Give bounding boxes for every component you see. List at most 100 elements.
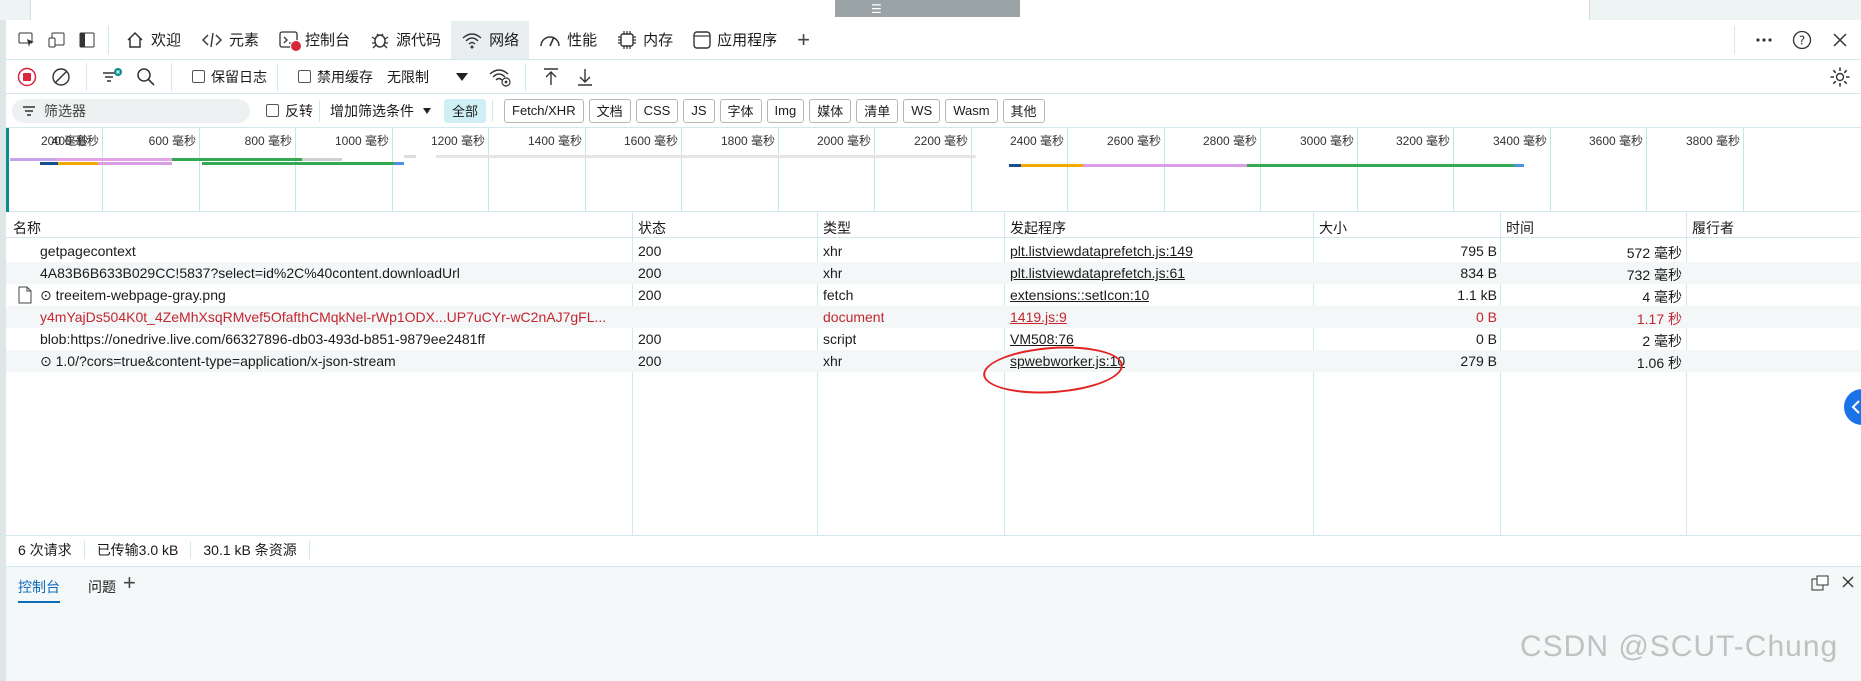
checkbox-box[interactable]: [298, 70, 311, 83]
filter-type-other[interactable]: 其他: [1002, 98, 1045, 123]
initiator-link[interactable]: 1419.js:9: [1010, 309, 1067, 325]
tabbar-right-controls: ?: [1728, 25, 1855, 55]
divider: [277, 62, 278, 91]
disable-cache-checkbox[interactable]: 禁用缓存: [298, 67, 373, 87]
timeline-bar: [58, 162, 98, 165]
timeline-tick: 2000 毫秒: [817, 128, 875, 212]
devtools-panel: 欢迎 元素 控制台 源代码 网络 性能 内存 应用程序 + ? 保留日志 禁用缓…: [0, 20, 1861, 681]
filter-type-all[interactable]: 全部: [444, 98, 487, 123]
more-options-icon[interactable]: [1749, 25, 1779, 55]
filter-bar: 筛选器 反转 增加筛选条件 全部 Fetch/XHR 文档 CSS JS 字体 …: [6, 94, 1861, 128]
import-har-icon[interactable]: [536, 62, 566, 92]
inspect-icon[interactable]: [12, 25, 42, 55]
timeline-bar: [40, 162, 58, 165]
drawer-add-tab-button[interactable]: +: [123, 570, 136, 596]
table-header: 名称 状态 类型 发起程序 大小 时间 履行者: [6, 212, 1861, 238]
table-row[interactable]: getpagecontext 200 xhr plt.listviewdatap…: [6, 240, 1861, 262]
close-drawer-icon[interactable]: [1841, 575, 1855, 589]
initiator-link[interactable]: extensions::setIcon:10: [1010, 287, 1149, 303]
request-table: 名称 状态 类型 发起程序 大小 时间 履行者 getpagecontext 2…: [6, 212, 1861, 535]
table-row[interactable]: 4A83B6B633B029CC!5837?select=id%2C%40con…: [6, 262, 1861, 284]
tab-sources[interactable]: 源代码: [360, 21, 451, 59]
add-tab-button[interactable]: +: [787, 27, 820, 53]
header-fulfilled-by[interactable]: 履行者: [1692, 218, 1734, 238]
filter-type-js[interactable]: JS: [683, 98, 715, 123]
filter-type-font[interactable]: 字体: [719, 98, 762, 123]
timeline-bar: [1247, 164, 1514, 167]
divider: [1734, 26, 1735, 54]
initiator-link[interactable]: plt.listviewdataprefetch.js:61: [1010, 265, 1185, 281]
checkbox-box[interactable]: [266, 104, 279, 117]
network-conditions-icon[interactable]: [485, 62, 515, 92]
more-filters-dropdown[interactable]: 增加筛选条件: [330, 101, 432, 121]
timeline-tick: 2800 毫秒: [1203, 128, 1261, 212]
filter-type-fetch-xhr[interactable]: Fetch/XHR: [504, 98, 584, 123]
header-status[interactable]: 状态: [638, 218, 666, 238]
tab-memory[interactable]: 内存: [607, 21, 683, 59]
table-row[interactable]: ⊙ 1.0/?cors=true&content-type=applicatio…: [6, 350, 1861, 372]
timeline-bar: [172, 158, 302, 161]
search-icon[interactable]: [131, 62, 161, 92]
tab-performance[interactable]: 性能: [529, 21, 607, 59]
export-har-icon[interactable]: [570, 62, 600, 92]
filter-input[interactable]: 筛选器: [12, 98, 250, 123]
bug-icon: [371, 33, 389, 48]
header-type[interactable]: 类型: [823, 218, 851, 238]
filter-type-img[interactable]: Img: [766, 98, 805, 123]
table-row[interactable]: ⊙ treeitem-webpage-gray.png 200 fetch ex…: [6, 284, 1861, 306]
timeline-tick: 400 毫秒: [52, 128, 103, 212]
tab-elements[interactable]: 元素: [191, 21, 269, 59]
undock-icon[interactable]: [1811, 575, 1829, 591]
timeline-tick: 1600 毫秒: [624, 128, 682, 212]
filter-type-doc[interactable]: 文档: [588, 98, 631, 123]
tab-application[interactable]: 应用程序: [683, 21, 787, 59]
svg-text:?: ?: [1799, 34, 1805, 48]
record-stop-icon[interactable]: [12, 62, 42, 92]
timeline-tick: 3600 毫秒: [1589, 128, 1647, 212]
timeline-tick: 3200 毫秒: [1396, 128, 1454, 212]
filter-type-ws[interactable]: WS: [903, 98, 941, 123]
table-row[interactable]: blob:https://onedrive.live.com/66327896-…: [6, 328, 1861, 350]
throttle-select[interactable]: 无限制: [387, 67, 469, 87]
invert-checkbox[interactable]: 反转: [266, 101, 313, 121]
close-icon[interactable]: [1825, 25, 1855, 55]
header-time[interactable]: 时间: [1506, 218, 1534, 238]
drawer-tab-issues[interactable]: 问题: [88, 577, 116, 597]
filter-type-css[interactable]: CSS: [635, 98, 679, 123]
header-name[interactable]: 名称: [13, 218, 41, 238]
initiator-link[interactable]: plt.listviewdataprefetch.js:149: [1010, 243, 1193, 259]
code-icon: [202, 32, 223, 47]
dock-side-icon[interactable]: [72, 25, 102, 55]
header-size[interactable]: 大小: [1319, 218, 1347, 238]
header-initiator[interactable]: 发起程序: [1010, 218, 1066, 238]
preserve-log-checkbox[interactable]: 保留日志: [192, 67, 267, 87]
timeline-bar: [1009, 164, 1021, 167]
tab-network[interactable]: 网络: [451, 20, 530, 59]
tab-console[interactable]: 控制台: [269, 21, 360, 59]
clear-icon[interactable]: [46, 62, 76, 92]
page-viewport: [30, 0, 1590, 20]
app-icon: [693, 30, 711, 49]
network-settings-icon[interactable]: [1825, 62, 1855, 92]
initiator-link[interactable]: VM508:76: [1010, 331, 1074, 347]
drag-handle[interactable]: ☰: [835, 0, 1020, 17]
filter-type-media[interactable]: 媒体: [809, 98, 852, 123]
console-icon: [279, 30, 303, 52]
wifi-icon: [462, 32, 482, 48]
drawer-tab-console[interactable]: 控制台: [18, 577, 60, 603]
devtools-tabbar: 欢迎 元素 控制台 源代码 网络 性能 内存 应用程序 + ?: [6, 20, 1861, 60]
tab-welcome[interactable]: 欢迎: [115, 21, 191, 59]
filter-type-wasm[interactable]: Wasm: [945, 98, 998, 123]
checkbox-box[interactable]: [192, 70, 205, 83]
filter-toggle-icon[interactable]: [97, 62, 127, 92]
caret-down-icon: [456, 72, 468, 81]
timeline-tick: 1800 毫秒: [721, 128, 779, 212]
device-emulation-icon[interactable]: [42, 25, 72, 55]
filter-icon: [23, 105, 35, 116]
filter-type-manifest[interactable]: 清单: [856, 98, 899, 123]
network-overview-timeline[interactable]: 200 毫秒 400 毫秒 600 毫秒 800 毫秒 1000 毫秒 1200…: [6, 128, 1861, 212]
help-icon[interactable]: ?: [1787, 25, 1817, 55]
timeline-bar: [98, 162, 172, 165]
timeline-bar: [10, 158, 56, 161]
table-row[interactable]: y4mYajDs504K0t_4ZeMhXsqRMvef5OfafthCMqkN…: [6, 306, 1861, 328]
